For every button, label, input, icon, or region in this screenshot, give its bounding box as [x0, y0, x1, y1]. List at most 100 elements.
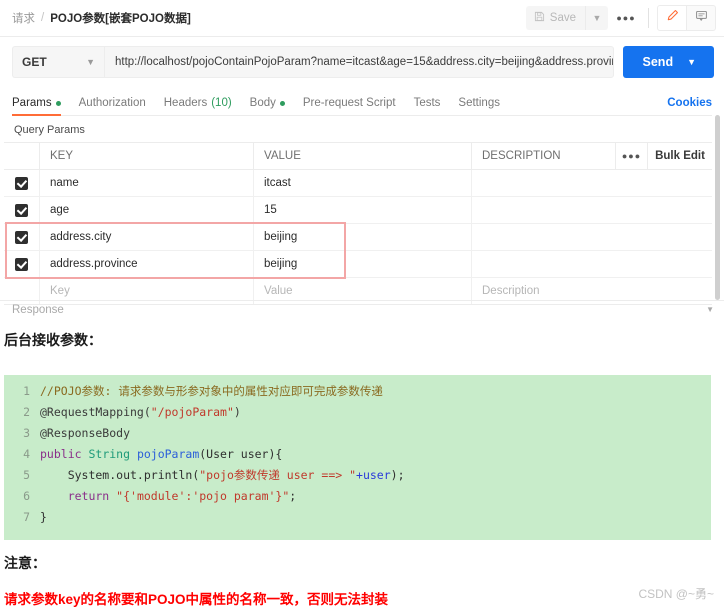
chevron-down-icon[interactable]: ▼ [687, 57, 712, 67]
row-checkbox-cell[interactable] [4, 251, 40, 277]
code-line: 5 System.out.println( "pojo参数传递 user ==>… [4, 465, 711, 486]
breadcrumb-current: POJO参数[嵌套POJO数据] [50, 13, 191, 25]
row-description[interactable] [472, 224, 712, 250]
row-key[interactable]: address.city [40, 224, 254, 250]
tab-authorization[interactable]: Authorization [79, 97, 146, 115]
checkbox-checked-icon[interactable] [15, 257, 28, 271]
tab-tests-label: Tests [413, 97, 441, 109]
checkbox-checked-icon[interactable] [15, 203, 28, 217]
save-dropdown-button[interactable]: ▼ [585, 6, 608, 30]
send-button-label: Send [642, 55, 674, 69]
breadcrumb-parent[interactable]: 请求 [12, 10, 35, 26]
code-token: "{'module':'pojo param'}" [116, 489, 290, 503]
request-tabs: Params Authorization Headers (10) Body P… [12, 89, 712, 116]
code-token: "pojo参数传递 user ==> " [199, 468, 357, 482]
row-checkbox-cell[interactable] [4, 170, 40, 196]
table-more-options-button[interactable]: ●●● [616, 143, 648, 169]
tab-params[interactable]: Params [12, 97, 61, 116]
comment-icon [695, 9, 708, 27]
tab-headers[interactable]: Headers (10) [164, 97, 232, 115]
code-line: 1 //POJO参数: 请求参数与形参对象中的属性对应即可完成参数传递 [4, 381, 711, 402]
code-token: return [40, 489, 117, 503]
tab-body[interactable]: Body [250, 97, 285, 115]
row-value[interactable]: beijing [254, 251, 472, 277]
table-row[interactable]: age 15 [4, 197, 712, 224]
floppy-disk-icon [534, 11, 545, 25]
column-header-value: VALUE [254, 143, 472, 169]
row-description[interactable] [472, 197, 712, 223]
select-all-cell[interactable] [4, 143, 40, 169]
edit-button[interactable] [657, 5, 687, 31]
row-checkbox-cell[interactable] [4, 197, 40, 223]
tab-params-label: Params [12, 97, 52, 109]
save-button-label: Save [549, 12, 576, 24]
chevron-down-icon: ▼ [86, 57, 95, 67]
row-description[interactable] [472, 251, 712, 277]
send-button[interactable]: Send ▼ [622, 46, 714, 78]
table-row[interactable]: address.province beijing [4, 251, 712, 278]
chevron-down-icon[interactable]: ▼ [706, 305, 714, 314]
save-button-group[interactable]: Save ▼ [525, 6, 608, 30]
line-number: 1 [23, 384, 30, 398]
url-text: http://localhost/pojoContainPojoParam?na… [115, 56, 614, 68]
ellipsis-icon: ●●● [621, 151, 642, 161]
response-label: Response [12, 303, 64, 316]
table-row[interactable]: address.city beijing [4, 224, 712, 251]
row-key[interactable]: age [40, 197, 254, 223]
code-token: pojoParam [136, 447, 200, 461]
breadcrumb: 请求 / POJO参数[嵌套POJO数据] [12, 10, 191, 26]
http-method-select[interactable]: GET ▼ [12, 46, 104, 78]
tab-settings-label: Settings [458, 97, 500, 109]
row-value[interactable]: 15 [254, 197, 472, 223]
pencil-icon [666, 9, 679, 27]
code-token: @ResponseBody [40, 426, 131, 440]
panel-header: 请求 / POJO参数[嵌套POJO数据] Save ▼ ●●● [0, 0, 724, 37]
save-button[interactable]: Save [526, 6, 585, 30]
checkbox-checked-icon[interactable] [15, 230, 28, 244]
comment-button[interactable] [687, 5, 716, 31]
cookies-link[interactable]: Cookies [667, 97, 712, 109]
backend-section-heading: 后台接收参数： [4, 332, 102, 348]
code-block: 1 //POJO参数: 请求参数与形参对象中的属性对应即可完成参数传递 2 @R… [4, 375, 711, 540]
row-description[interactable] [472, 170, 712, 196]
table-header-row: KEY VALUE DESCRIPTION ●●● Bulk Edit [4, 143, 712, 170]
code-token: ) [233, 405, 241, 419]
code-token: public [40, 447, 89, 461]
code-line: 4 public String pojoParam (User user){ [4, 444, 711, 465]
row-key[interactable]: name [40, 170, 254, 196]
code-line: 6 return "{'module':'pojo param'}" ; [4, 486, 711, 507]
row-checkbox-cell[interactable] [4, 224, 40, 250]
more-options-button[interactable]: ●●● [612, 6, 640, 30]
header-actions: Save ▼ ●●● [525, 0, 716, 36]
table-row[interactable]: name itcast [4, 170, 712, 197]
csdn-watermark: CSDN @~勇~ [638, 587, 714, 601]
vertical-scrollbar[interactable] [715, 115, 720, 300]
row-value[interactable]: itcast [254, 170, 472, 196]
status-dot-icon [279, 100, 285, 106]
status-dot-icon [55, 100, 61, 106]
row-key[interactable]: address.province [40, 251, 254, 277]
tab-body-label: Body [249, 97, 276, 109]
request-url-row: GET ▼ http://localhost/pojoContainPojoPa… [0, 37, 724, 87]
tab-settings[interactable]: Settings [458, 97, 500, 115]
response-section-bar[interactable]: Response ▼ [0, 300, 724, 318]
query-params-title: Query Params [14, 124, 85, 136]
code-token: "/pojoParam" [150, 405, 234, 419]
code-line: 3 @ResponseBody [4, 423, 711, 444]
code-token: +user [356, 468, 391, 482]
chevron-down-icon: ▼ [592, 13, 602, 23]
checkbox-checked-icon[interactable] [15, 176, 28, 190]
tab-tests[interactable]: Tests [414, 97, 441, 115]
tab-pre-request-script[interactable]: Pre-request Script [303, 97, 396, 115]
code-token: ); [390, 468, 405, 482]
http-method-label: GET [22, 55, 47, 69]
bulk-edit-button[interactable]: Bulk Edit [648, 143, 712, 169]
tab-pre-request-script-label: Pre-request Script [302, 97, 396, 109]
row-value[interactable]: beijing [254, 224, 472, 250]
tab-headers-count: (10) [211, 97, 232, 109]
line-number: 3 [23, 426, 30, 440]
breadcrumb-separator: / [41, 12, 45, 24]
line-number: 5 [23, 468, 30, 482]
url-input[interactable]: http://localhost/pojoContainPojoParam?na… [104, 46, 614, 78]
tab-headers-label: Headers [163, 97, 208, 109]
